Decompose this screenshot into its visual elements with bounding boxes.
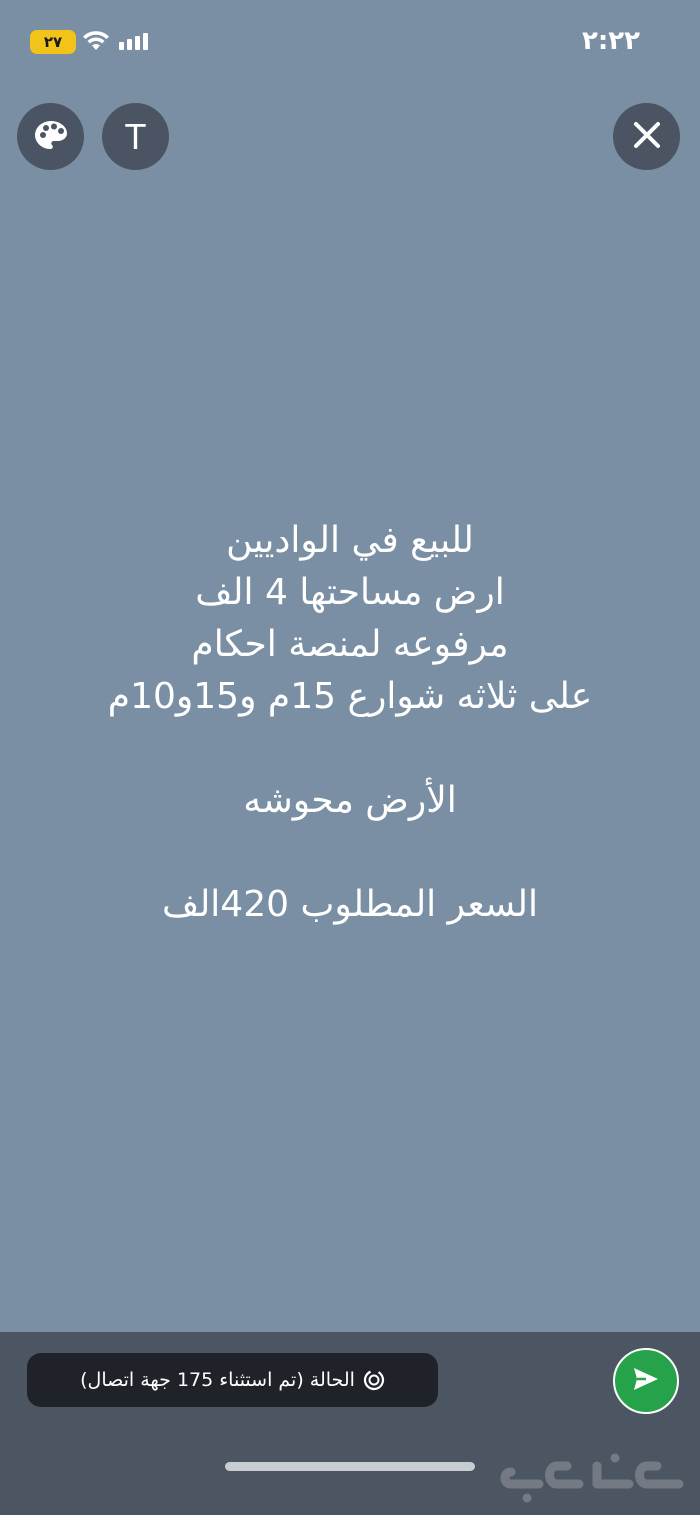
send-button[interactable] bbox=[613, 1348, 679, 1414]
post-line-3: مرفوعه لمنصة احكام bbox=[191, 624, 509, 665]
battery-indicator: ٢٧ bbox=[30, 30, 76, 54]
status-bar: ٢٧ ٢:٢٢ bbox=[0, 0, 700, 80]
send-icon bbox=[632, 1366, 660, 1396]
post-line-1: للبيع في الواديين bbox=[226, 520, 474, 561]
post-line-4: على ثلاثه شوارع 15م و15و10م bbox=[107, 676, 593, 717]
bottom-bar: الحالة (تم استثناء 175 جهة اتصال) bbox=[0, 1332, 700, 1515]
status-text[interactable]: للبيع في الواديين ارض مساحتها 4 الف مرفو… bbox=[0, 515, 700, 931]
home-indicator[interactable] bbox=[225, 1462, 475, 1471]
audience-selector-button[interactable]: الحالة (تم استثناء 175 جهة اتصال) bbox=[27, 1353, 438, 1407]
close-icon bbox=[633, 121, 661, 153]
battery-level: ٢٧ bbox=[43, 33, 63, 51]
close-button[interactable] bbox=[613, 103, 680, 170]
haraj-watermark-logo bbox=[497, 1444, 687, 1504]
post-condition: الأرض محوشه bbox=[243, 780, 457, 821]
status-time: ٢:٢٢ bbox=[581, 26, 640, 56]
wifi-icon bbox=[82, 30, 110, 56]
text-style-button[interactable]: T bbox=[102, 103, 169, 170]
post-line-2: ارض مساحتها 4 الف bbox=[195, 572, 505, 613]
status-ring-icon bbox=[363, 1369, 385, 1391]
palette-icon bbox=[34, 120, 68, 154]
signal-icon bbox=[118, 32, 148, 54]
text-style-label: T bbox=[124, 115, 147, 157]
palette-button[interactable] bbox=[17, 103, 84, 170]
post-price: السعر المطلوب 420الف bbox=[162, 884, 538, 925]
audience-label: الحالة (تم استثناء 175 جهة اتصال) bbox=[80, 1369, 355, 1391]
